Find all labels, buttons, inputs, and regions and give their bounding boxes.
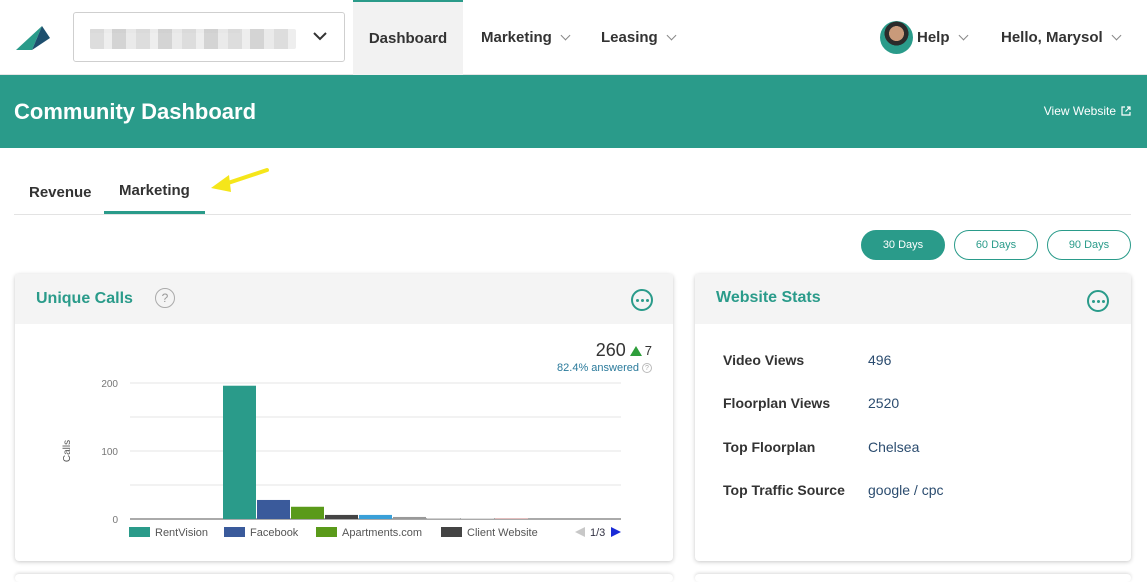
legend-label: Apartments.com <box>342 527 422 539</box>
page-header: Community Dashboard View Website <box>0 75 1147 148</box>
tab-revenue-label: Revenue <box>29 183 92 201</box>
bar-source-7 <box>427 518 460 519</box>
next-card-edge <box>695 574 1131 582</box>
nav-dashboard-label: Dashboard <box>368 30 448 47</box>
answered-rate: 82.4% answered ? <box>557 362 652 374</box>
website-stats-card: Website Stats Video Views 496 Floorplan … <box>695 274 1131 561</box>
bar-source-5 <box>359 514 392 519</box>
y-axis-label: Calls <box>62 440 73 462</box>
unique-calls-card: Unique Calls ? 260 7 82.4% answered ? 0 1… <box>15 274 673 561</box>
help-icon[interactable]: ? <box>155 288 175 308</box>
stat-value: 2520 <box>868 395 900 411</box>
stat-label: Top Traffic Source <box>723 482 845 498</box>
calls-total-value: 260 <box>595 340 626 360</box>
view-website-label: View Website <box>1043 104 1116 118</box>
bar-facebook <box>257 499 290 519</box>
range-90-label: 90 Days <box>1068 239 1110 251</box>
tab-marketing-label: Marketing <box>119 182 190 199</box>
nav-leasing[interactable]: Leasing <box>601 0 677 75</box>
range-60-days-button[interactable]: 60 Days <box>954 230 1038 260</box>
calls-total: 260 7 <box>596 340 652 361</box>
nav-marketing[interactable]: Marketing <box>481 0 571 75</box>
bar-source-8 <box>461 518 494 519</box>
card-header: Website Stats <box>695 274 1131 324</box>
brand-logo-icon[interactable] <box>14 26 52 52</box>
legend-next-icon <box>611 527 621 537</box>
bar-rentvision <box>223 385 256 519</box>
answered-label: 82.4% answered <box>557 362 639 374</box>
help-icon[interactable]: ? <box>642 363 652 373</box>
range-30-label: 30 Days <box>882 239 924 251</box>
dashboard-tabs: Revenue Marketing <box>14 170 1131 215</box>
help-menu[interactable]: Help <box>917 0 968 75</box>
calls-delta: 7 <box>644 343 652 358</box>
y-tick-label: 0 <box>112 515 118 526</box>
y-tick-label: 100 <box>101 447 118 458</box>
more-options-icon[interactable] <box>631 289 653 311</box>
user-menu[interactable]: Hello, Marysol <box>1001 0 1122 75</box>
legend-swatch <box>224 527 245 537</box>
chevron-down-icon <box>1111 30 1122 41</box>
chevron-down-icon <box>958 30 968 41</box>
legend-prev-icon <box>575 527 585 537</box>
range-30-days-button[interactable]: 30 Days <box>861 230 945 260</box>
card-title: Unique Calls <box>36 290 133 307</box>
stat-label: Video Views <box>723 352 805 368</box>
stat-label: Top Floorplan <box>723 439 816 455</box>
card-header: Unique Calls ? <box>15 274 673 324</box>
legend-label: RentVision <box>155 527 208 539</box>
nav-dashboard[interactable]: Dashboard <box>353 0 463 75</box>
external-link-icon <box>1121 106 1131 116</box>
user-greeting: Hello, Marysol <box>1001 29 1103 46</box>
bar-source-6 <box>393 516 426 519</box>
chevron-down-icon <box>560 30 571 41</box>
legend-label: Facebook <box>250 527 299 539</box>
bar-source-9 <box>495 518 528 519</box>
nav-marketing-label: Marketing <box>481 29 552 46</box>
legend-label: Client Website <box>467 527 538 539</box>
redacted-property-address <box>90 29 296 49</box>
view-website-link[interactable]: View Website <box>1044 104 1131 118</box>
stat-value: Chelsea <box>868 439 920 455</box>
top-nav: Dashboard Marketing Leasing Help Hello, … <box>0 0 1147 75</box>
nav-leasing-label: Leasing <box>601 29 658 46</box>
bar-source-4 <box>325 514 358 519</box>
range-90-days-button[interactable]: 90 Days <box>1047 230 1131 260</box>
tab-marketing[interactable]: Marketing <box>104 170 205 214</box>
legend-page-label: 1/3 <box>590 527 605 539</box>
chevron-down-icon <box>666 30 677 41</box>
stat-label: Floorplan Views <box>723 395 831 411</box>
legend-swatch <box>441 527 462 537</box>
trend-up-icon <box>629 345 642 356</box>
tab-revenue[interactable]: Revenue <box>14 170 107 214</box>
avatar[interactable] <box>880 21 913 54</box>
next-card-edge <box>15 574 673 582</box>
page-title: Community Dashboard <box>14 99 257 124</box>
legend-swatch <box>316 527 337 537</box>
range-60-label: 60 Days <box>975 239 1017 251</box>
bar-apartments-com <box>291 506 324 519</box>
card-title: Website Stats <box>716 289 821 306</box>
stat-value: 496 <box>868 352 892 368</box>
help-label: Help <box>917 29 950 46</box>
y-tick-label: 200 <box>101 379 118 390</box>
chevron-down-icon <box>313 32 327 41</box>
stat-value: google / cpc <box>868 482 944 498</box>
annotation-arrow-icon <box>211 168 269 192</box>
more-options-icon[interactable] <box>1087 290 1109 312</box>
legend-swatch <box>129 527 150 537</box>
property-selector[interactable] <box>73 12 345 62</box>
